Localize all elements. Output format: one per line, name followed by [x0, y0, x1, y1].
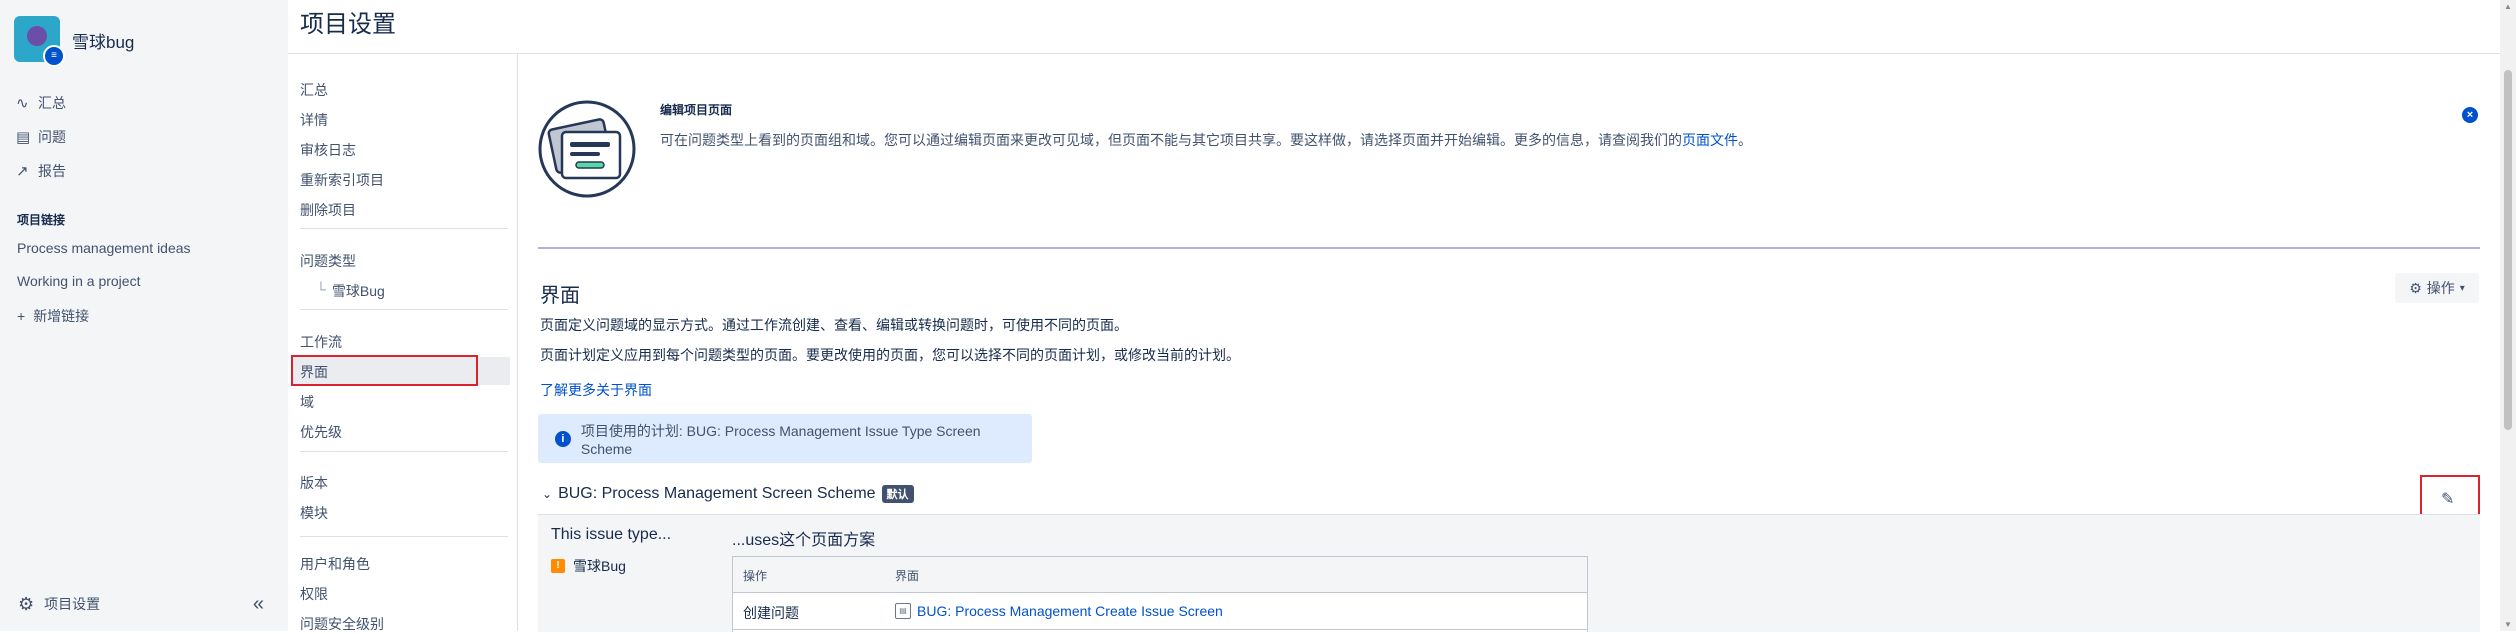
scheme-info-message: i 项目使用的计划: BUG: Process Management Issue… — [538, 414, 1032, 463]
scroll-down-icon[interactable]: ▼ — [2504, 620, 2512, 629]
project-link[interactable]: Process management ideas — [17, 240, 191, 256]
nav-divider — [300, 451, 508, 452]
close-icon[interactable]: × — [2462, 107, 2478, 123]
settings-nav-components[interactable]: 模块 — [300, 503, 328, 523]
screen-scheme-column-header: ...uses这个页面方案 — [732, 532, 876, 549]
title-divider — [288, 53, 2504, 54]
project-links-title: 项目链接 — [17, 213, 66, 227]
screen-mapping-table: 操作 界面 创建问题 ▤ BUG: Process Management Cre… — [732, 556, 1588, 632]
chevron-down-icon: ⌄ — [542, 487, 553, 501]
screen-link[interactable]: BUG: Process Management Create Issue Scr… — [917, 603, 1223, 619]
sidebar-item-label: 问题 — [38, 129, 66, 145]
info-icon: i — [555, 430, 571, 447]
settings-nav-fields[interactable]: 域 — [300, 392, 314, 412]
settings-nav-reindex[interactable]: 重新索引项目 — [300, 170, 384, 190]
issue-type-label: 雪球Bug — [573, 558, 626, 574]
settings-nav-details[interactable]: 详情 — [300, 110, 328, 130]
sidebar-item-label: 汇总 — [38, 95, 66, 111]
project-name[interactable]: 雪球bug — [72, 28, 134, 53]
sidebar-item-summary[interactable]: ∿ 汇总 — [16, 88, 66, 118]
project-link[interactable]: Working in a project — [17, 273, 140, 289]
section-title: 界面 — [540, 285, 580, 307]
sidebar-item-issues[interactable]: ▤ 问题 — [16, 122, 66, 152]
screen-column-header: 界面 — [895, 569, 920, 583]
nav-divider — [300, 309, 508, 310]
nav-content-divider — [517, 54, 518, 631]
sidebar-footer: ⚙ 项目设置 « — [0, 584, 288, 624]
screen-icon: ▤ — [895, 603, 911, 619]
chevron-down-icon: ▾ — [2459, 282, 2465, 294]
settings-nav-versions[interactable]: 版本 — [300, 473, 328, 493]
settings-nav-delete[interactable]: 删除项目 — [300, 200, 356, 220]
avatar-badge-icon: ≡ — [43, 45, 65, 67]
settings-nav-issue-type-bug[interactable]: └ 雪球Bug — [316, 281, 385, 301]
issue-type-column-header: This issue type... — [551, 526, 672, 543]
nav-divider — [300, 536, 508, 537]
operation-column-header: 操作 — [743, 569, 768, 583]
table-row: 创建问题 ▤ BUG: Process Management Create Is… — [733, 593, 1587, 630]
edit-pencil-icon[interactable]: ✎ — [2441, 489, 2454, 509]
settings-nav-workflows[interactable]: 工作流 — [300, 332, 342, 352]
project-avatar[interactable]: ≡ — [14, 16, 65, 67]
bug-type-icon: ! — [551, 559, 565, 573]
issues-icon: ▤ — [16, 129, 31, 146]
default-badge: 默认 — [881, 485, 914, 503]
settings-nav-issue-security[interactable]: 问题安全级别 — [300, 614, 384, 634]
edit-screen-illustration-icon — [538, 100, 636, 198]
table-header: 操作 界面 — [733, 557, 1587, 593]
settings-nav-issue-types[interactable]: 问题类型 — [300, 251, 356, 271]
section-description: 页面计划定义应用到每个问题类型的页面。要更改使用的页面，您可以选择不同的页面计划… — [540, 347, 1240, 363]
settings-nav-priorities[interactable]: 优先级 — [300, 422, 342, 442]
chart-icon: ↗ — [16, 163, 29, 180]
page-scrollbar[interactable]: ▲ ▼ — [2500, 0, 2516, 631]
learn-more-link[interactable]: 了解更多关于界面 — [540, 380, 652, 400]
screens-highlight-box — [291, 355, 478, 386]
sidebar-item-reports[interactable]: ↗ 报告 — [16, 156, 66, 186]
info-text: 可在问题类型上看到的页面组和域。您可以通过编辑页面来更改可见域，但页面不能与其它… — [660, 132, 1752, 148]
issue-type-label: 雪球Bug — [331, 283, 385, 299]
settings-nav-summary[interactable]: 汇总 — [300, 80, 328, 100]
settings-nav-users-roles[interactable]: 用户和角色 — [300, 554, 370, 574]
page-title: 项目设置 — [300, 11, 396, 38]
add-link-button[interactable]: + 新增链接 — [17, 306, 89, 326]
activity-icon: ∿ — [16, 95, 29, 112]
screen-cell: ▤ BUG: Process Management Create Issue S… — [895, 603, 1223, 619]
section-divider — [538, 247, 2480, 249]
gear-icon: ⚙ — [18, 593, 35, 614]
sidebar-item-label: 报告 — [38, 163, 66, 179]
info-heading: 编辑项目页面 — [660, 103, 733, 117]
project-sidebar: ≡ 雪球bug ∿ 汇总 ▤ 问题 ↗ 报告 项目链接 Process mana… — [0, 0, 288, 631]
section-description: 页面定义问题域的显示方式。通过工作流创建、查看、编辑或转换问题时，可使用不同的页… — [540, 317, 1128, 333]
collapse-sidebar-icon[interactable]: « — [253, 593, 264, 616]
screen-scheme-header[interactable]: ⌄ BUG: Process Management Screen Scheme … — [542, 485, 914, 503]
scheme-notice-text: 项目使用的计划: BUG: Process Management Issue T… — [580, 422, 981, 457]
scroll-up-icon[interactable]: ▲ — [2504, 2, 2512, 11]
project-settings-link[interactable]: 项目设置 — [44, 594, 100, 614]
issue-type-item: ! 雪球Bug — [551, 556, 626, 576]
add-link-label: 新增链接 — [33, 308, 90, 324]
screen-scheme-title: BUG: Process Management Screen Scheme — [558, 485, 876, 502]
settings-nav-permissions[interactable]: 权限 — [300, 584, 328, 604]
operation-cell: 创建问题 — [743, 605, 799, 621]
settings-nav-audit-log[interactable]: 审核日志 — [300, 140, 356, 160]
gear-icon: ⚙ — [2409, 279, 2422, 296]
actions-label: 操作 — [2426, 280, 2455, 296]
tree-branch-icon: └ — [316, 281, 326, 297]
scrollbar-thumb[interactable] — [2504, 70, 2512, 430]
screens-docs-link[interactable]: 页面文件 — [1682, 132, 1738, 148]
plus-icon: + — [17, 308, 26, 324]
actions-dropdown-button[interactable]: ⚙ 操作 ▾ — [2395, 273, 2479, 303]
nav-divider — [300, 228, 508, 229]
